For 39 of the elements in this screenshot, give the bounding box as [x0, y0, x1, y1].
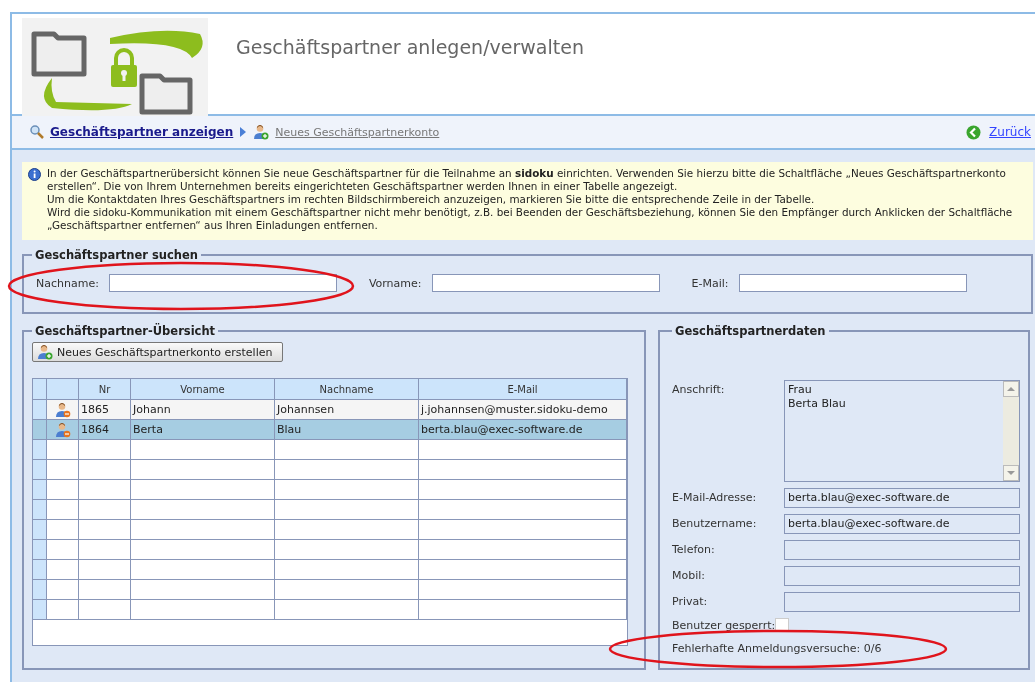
field-label: Nachname:: [36, 276, 99, 290]
table-cell: Blau: [275, 420, 419, 440]
address-line: Berta Blau: [788, 397, 847, 411]
new-account-button[interactable]: Neues Geschäftspartnerkonto erstellen: [32, 342, 284, 362]
table-cell: Johann: [131, 400, 275, 420]
table-cell: j.johannsen@muster.sidoku-demo: [419, 400, 627, 420]
field-label: Privat:: [672, 594, 709, 608]
table-cell: Berta: [131, 420, 275, 440]
back-link[interactable]: Zurück: [989, 125, 1031, 139]
breadcrumb-link[interactable]: Neues Geschäftspartnerkonto: [275, 125, 440, 139]
info-text: Um die Kontaktdaten Ihres Geschäftspartners im rechten Bildschirmbereich anzuzeigen, markieren Sie bitte die entsprechende Zeile in der Tabelle.: [47, 193, 816, 206]
column-header: Nachname: [275, 379, 419, 400]
breadcrumb-link[interactable]: Geschäftspartner anzeigen: [50, 125, 234, 139]
field-label: Anschrift:: [672, 382, 726, 396]
panel-title: Geschäftspartnerdaten: [674, 324, 827, 338]
address-field[interactable]: Frau Berta Blau: [784, 380, 1020, 482]
field-label: Benutzer gesperrt:: [672, 618, 776, 632]
table-cell: 1865: [79, 400, 131, 420]
table-cell: berta.blau@exec-software.de: [419, 420, 627, 440]
field-label: E-Mail:: [691, 276, 729, 290]
panel-title: Geschäftspartner-Übersicht: [34, 324, 217, 338]
panel-title: Geschäftspartner suchen: [34, 248, 200, 262]
field-label: E-Mail-Adresse:: [672, 490, 758, 504]
address-line: Frau: [788, 383, 813, 397]
field-label: Mobil:: [672, 568, 707, 582]
info-text: In der Geschäftspartnerübersicht können Sie neue Geschäftspartner für die Teilnahme an sidoku einrichten. Verwenden Sie hierzu bitte die Schaltfläche „Neues Geschäftspartnerkonto erstellen“. Die von Ihrem Unternehmen bereits eingerichteten Geschäftspartner werden Ihnen in einer Tabelle angezeigt.: [47, 167, 1007, 193]
table-cell: Johannsen: [275, 400, 419, 420]
detail-field[interactable]: berta.blau@exec-software.de: [784, 514, 1020, 534]
failed-logins-text: Fehlerhafte Anmeldungsversuche: 0/6: [672, 642, 882, 655]
page-title: Geschäftspartner anlegen/verwalten: [236, 36, 584, 58]
column-header: E-Mail: [419, 379, 627, 400]
info-text: Wird die sidoku-Kommunikation mit einem Geschäftspartner nicht mehr benötigt, z.B. bei Beenden der Geschäftsbeziehung, können Sie den Empfänger durch Anklicken der Schaltfläche „Geschäftspartner entfernen“ aus Ihren Einladungen entfernen.: [47, 206, 1014, 232]
detail-field[interactable]: berta.blau@exec-software.de: [784, 488, 1020, 508]
table-cell: 1864: [79, 420, 131, 440]
field-label: Vorname:: [368, 276, 422, 290]
column-header: Nr: [79, 379, 131, 400]
field-label: Telefon:: [672, 542, 716, 556]
column-header: Vorname: [131, 379, 275, 400]
field-label: Benutzername:: [672, 516, 758, 530]
